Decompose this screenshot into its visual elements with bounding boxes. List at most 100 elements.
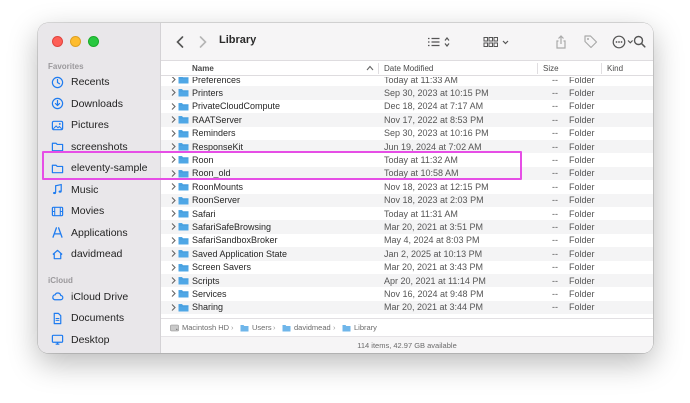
disclosure-chevron-icon[interactable] xyxy=(170,142,177,151)
disclosure-chevron-icon[interactable] xyxy=(170,249,177,258)
file-kind: Folder xyxy=(569,262,595,273)
disclosure-chevron-icon[interactable] xyxy=(170,222,177,231)
table-row[interactable]: Saved Application State Jan 2, 2025 at 10… xyxy=(161,247,653,261)
forward-button[interactable] xyxy=(196,33,210,50)
disclosure-chevron-icon[interactable] xyxy=(170,77,177,84)
folder-icon xyxy=(178,156,189,164)
column-divider[interactable] xyxy=(537,63,538,74)
path-item-users[interactable]: Users xyxy=(240,323,272,332)
sidebar-item-recents[interactable]: Recents xyxy=(46,72,154,92)
disclosure-chevron-icon[interactable] xyxy=(170,155,177,164)
column-kind-header[interactable]: Kind xyxy=(607,64,623,73)
share-button[interactable] xyxy=(554,33,568,50)
folder-icon xyxy=(178,102,189,111)
sidebar-item-davidmead[interactable]: davidmead xyxy=(46,244,154,264)
disclosure-chevron-icon[interactable] xyxy=(170,209,177,218)
disclosure-chevron-icon[interactable] xyxy=(170,169,177,178)
sidebar-item-pictures[interactable]: Pictures xyxy=(46,115,154,135)
disclosure-chevron-icon[interactable] xyxy=(170,196,177,205)
close-window-button[interactable] xyxy=(52,36,63,47)
zoom-window-button[interactable] xyxy=(88,36,99,47)
disclosure-chevron-icon[interactable] xyxy=(170,236,177,245)
sidebar-item-label: Movies xyxy=(71,205,105,217)
sidebar-item-music[interactable]: Music xyxy=(46,180,154,200)
pictures-icon xyxy=(50,118,64,132)
share-icon xyxy=(556,34,566,49)
folder-icon xyxy=(240,324,249,331)
column-date-header[interactable]: Date Modified xyxy=(384,64,433,73)
disclosure-chevron-icon[interactable] xyxy=(170,102,177,111)
file-size: -- xyxy=(552,248,558,259)
file-kind: Folder xyxy=(569,128,595,139)
table-row[interactable]: ResponseKit Jun 19, 2024 at 7:02 AM -- Fold… xyxy=(161,140,653,154)
finder-window: Favorites Recents Downloads Pictures scr… xyxy=(38,23,653,353)
disclosure-chevron-icon[interactable] xyxy=(170,129,177,138)
column-divider[interactable] xyxy=(378,63,379,74)
sidebar-item-desktop[interactable]: Desktop xyxy=(46,330,154,350)
disclosure-chevron-icon[interactable] xyxy=(170,289,177,298)
status-bar: 114 items, 42.97 GB available xyxy=(161,336,653,353)
table-row[interactable]: Preferences Today at 11:33 AM -- Folder xyxy=(161,77,653,86)
table-row[interactable]: RoonMounts Nov 18, 2023 at 12:15 PM -- Fold… xyxy=(161,180,653,193)
file-size: -- xyxy=(552,288,558,299)
table-row[interactable]: Screen Savers Mar 20, 2021 at 3:43 PM -- Fo… xyxy=(161,261,653,274)
path-item-davidmead[interactable]: davidmead xyxy=(282,323,331,332)
file-kind: Folder xyxy=(569,288,595,299)
file-name: Reminders xyxy=(192,128,236,139)
group-button[interactable] xyxy=(482,33,514,50)
sidebar-item-downloads[interactable]: Downloads xyxy=(46,94,154,114)
disclosure-chevron-icon[interactable] xyxy=(170,303,177,312)
sidebar-item-icloud-drive[interactable]: iCloud Drive xyxy=(46,287,154,307)
table-row[interactable]: Sharing Mar 20, 2021 at 3:44 PM -- Folder xyxy=(161,300,653,315)
table-row[interactable]: SafariSandboxBroker May 4, 2024 at 8:03 P… xyxy=(161,234,653,247)
path-item-library[interactable]: Library xyxy=(342,323,377,332)
home-icon xyxy=(50,247,64,261)
sidebar-item-screenshots[interactable]: screenshots xyxy=(46,137,154,157)
file-date-modified: Today at 11:33 AM xyxy=(384,77,458,85)
table-row[interactable]: Roon Today at 11:32 AM -- Folder xyxy=(161,153,653,166)
table-row[interactable]: Safari Today at 11:31 AM -- Folder xyxy=(161,207,653,220)
sidebar-item-applications[interactable]: Applications xyxy=(46,223,154,243)
search-button[interactable] xyxy=(631,33,647,50)
main-pane: Library Name Date Modified Size Kind Pre… xyxy=(161,23,653,353)
grid-icon xyxy=(483,36,509,47)
table-row[interactable]: Scripts Apr 20, 2021 at 11:14 PM -- Folder xyxy=(161,274,653,288)
minimize-window-button[interactable] xyxy=(70,36,81,47)
table-row[interactable]: RAATServer Nov 17, 2022 at 8:53 PM -- Folde… xyxy=(161,113,653,127)
sidebar-item-movies[interactable]: Movies xyxy=(46,201,154,221)
table-row[interactable]: Printers Sep 30, 2023 at 10:15 PM -- Folder xyxy=(161,86,653,100)
file-date-modified: Mar 20, 2021 at 3:43 PM xyxy=(384,262,484,273)
disclosure-chevron-icon[interactable] xyxy=(170,115,177,124)
table-row[interactable]: SafariSafeBrowsing Mar 20, 2021 at 3:51 P… xyxy=(161,220,653,234)
file-kind: Folder xyxy=(569,181,595,192)
movies-icon xyxy=(50,204,64,218)
folder-icon xyxy=(178,143,189,151)
column-divider[interactable] xyxy=(601,63,602,74)
disclosure-chevron-icon[interactable] xyxy=(170,88,177,97)
table-row[interactable]: Services Nov 16, 2024 at 9:48 PM -- Folder xyxy=(161,287,653,300)
disclosure-chevron-icon[interactable] xyxy=(170,263,177,272)
file-date-modified: Dec 18, 2024 at 7:17 AM xyxy=(384,101,484,112)
column-size-header[interactable]: Size xyxy=(543,64,559,73)
disclosure-chevron-icon[interactable] xyxy=(170,182,177,191)
path-item-macintosh-hd[interactable]: Macintosh HD xyxy=(170,323,229,332)
column-name-header[interactable]: Name xyxy=(192,64,214,73)
sidebar-item-eleventy-sample[interactable]: eleventy-sample xyxy=(46,158,154,178)
view-options-button[interactable] xyxy=(426,33,454,50)
file-date-modified: May 4, 2024 at 8:03 PM xyxy=(384,235,480,246)
table-row[interactable]: RoonServer Nov 18, 2023 at 2:03 PM -- Folde… xyxy=(161,193,653,207)
file-date-modified: Mar 20, 2021 at 3:44 PM xyxy=(384,302,484,313)
sort-ascending-icon xyxy=(366,65,374,71)
sidebar-item-documents[interactable]: Documents xyxy=(46,308,154,328)
file-size: -- xyxy=(552,101,558,112)
file-kind: Folder xyxy=(569,114,595,125)
tags-button[interactable] xyxy=(582,33,598,50)
table-row[interactable]: Roon_old Today at 10:58 AM -- Folder xyxy=(161,166,653,181)
table-row[interactable]: Reminders Sep 30, 2023 at 10:16 PM -- Folde… xyxy=(161,127,653,140)
disclosure-chevron-icon[interactable] xyxy=(170,276,177,285)
folder-icon xyxy=(178,77,189,84)
folder-icon xyxy=(178,89,189,97)
file-name: Roon_old xyxy=(192,168,231,179)
table-row[interactable]: PrivateCloudCompute Dec 18, 2024 at 7:17 … xyxy=(161,100,653,113)
back-button[interactable] xyxy=(173,33,187,50)
